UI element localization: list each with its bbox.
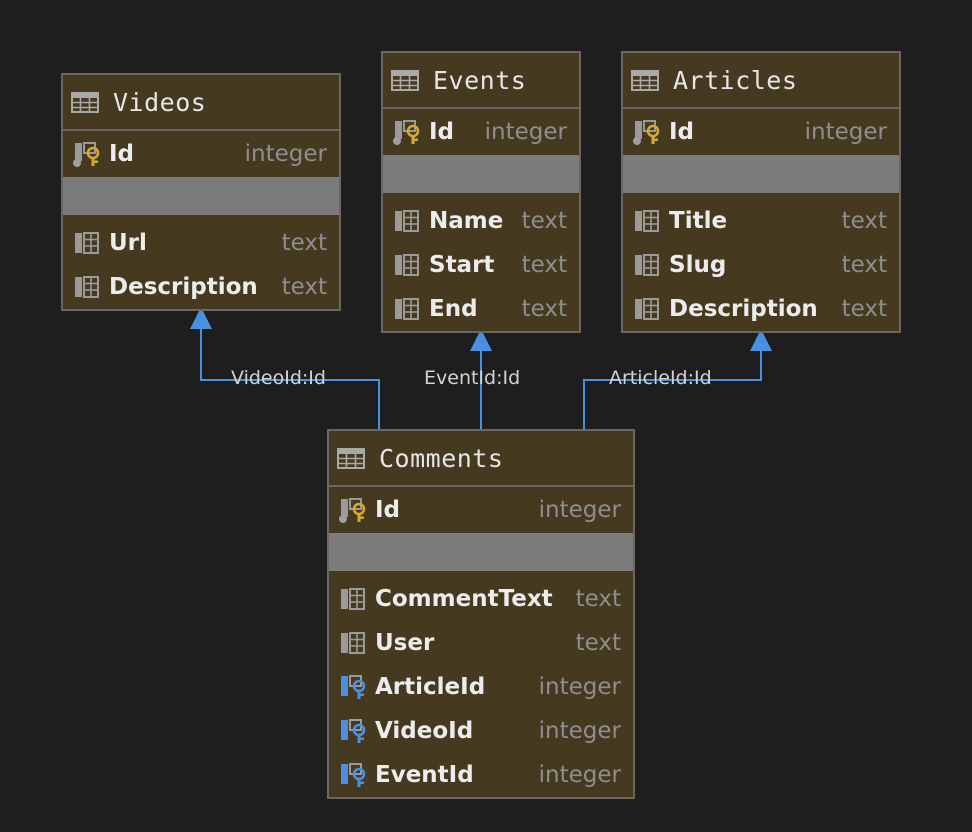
column-row-title[interactable]: Title text (623, 199, 899, 243)
column-row-id[interactable]: Id integer (383, 109, 579, 155)
table-name: Articles (673, 65, 798, 95)
column-name: Id (429, 119, 455, 145)
foreign-key-icon (337, 717, 369, 745)
column-icon (337, 629, 369, 657)
column-row-description[interactable]: Description text (63, 265, 339, 309)
table-grid-icon (335, 444, 367, 472)
column-type: integer (538, 674, 621, 700)
column-name: End (429, 296, 478, 322)
key-separator (383, 155, 579, 193)
table-grid-icon (629, 66, 661, 94)
column-name: Start (429, 252, 495, 278)
column-row-id[interactable]: Id integer (623, 109, 899, 155)
column-row-id[interactable]: Id integer (63, 131, 339, 177)
column-icon (631, 251, 663, 279)
column-icon (337, 585, 369, 613)
column-type: integer (538, 497, 621, 523)
column-row-slug[interactable]: Slug text (623, 243, 899, 287)
column-name: Id (669, 119, 695, 145)
table-comments[interactable]: Comments Id integer CommentText text User text… (327, 429, 635, 799)
column-name: ArticleId (375, 674, 486, 700)
column-name: Id (109, 141, 135, 167)
edge-label-articleid: ArticleId:Id (609, 367, 712, 389)
column-row-end[interactable]: End text (383, 287, 579, 331)
column-type: text (521, 208, 567, 234)
column-name: Title (669, 208, 728, 234)
column-row-eventid[interactable]: EventId integer (329, 753, 633, 797)
primary-key-icon (71, 140, 103, 168)
column-name: Name (429, 208, 504, 234)
foreign-key-icon (337, 673, 369, 701)
table-events[interactable]: Events Id integer Name text Start text End text (381, 51, 581, 333)
column-type: integer (538, 718, 621, 744)
column-icon (391, 207, 423, 235)
column-name: Slug (669, 252, 727, 278)
table-name: Videos (113, 87, 207, 117)
column-icon (391, 295, 423, 323)
column-type: text (281, 230, 327, 256)
column-icon (631, 295, 663, 323)
column-name: User (375, 630, 435, 656)
column-name: Url (109, 230, 147, 256)
table-header: Articles (623, 53, 899, 109)
table-header: Videos (63, 75, 339, 131)
column-row-url[interactable]: Url text (63, 221, 339, 265)
column-icon (631, 207, 663, 235)
column-type: text (841, 296, 887, 322)
column-name: EventId (375, 762, 474, 788)
column-icon (71, 229, 103, 257)
column-type: integer (804, 119, 887, 145)
edge-label-eventid: EventId:Id (424, 367, 521, 389)
column-type: text (281, 274, 327, 300)
table-videos[interactable]: Videos Id integer Url text Description text (61, 73, 341, 311)
column-row-commenttext[interactable]: CommentText text (329, 577, 633, 621)
column-type: text (521, 296, 567, 322)
column-type: text (575, 586, 621, 612)
primary-key-icon (631, 118, 663, 146)
column-row-name[interactable]: Name text (383, 199, 579, 243)
column-type: text (841, 252, 887, 278)
column-row-articleid[interactable]: ArticleId integer (329, 665, 633, 709)
column-type: text (521, 252, 567, 278)
primary-key-icon (391, 118, 423, 146)
column-name: Description (109, 274, 258, 300)
table-header: Events (383, 53, 579, 109)
column-row-description[interactable]: Description text (623, 287, 899, 331)
table-grid-icon (389, 66, 421, 94)
column-icon (391, 251, 423, 279)
column-type: integer (244, 141, 327, 167)
column-name: Description (669, 296, 818, 322)
foreign-key-icon (337, 761, 369, 789)
primary-key-icon (337, 496, 369, 524)
column-row-id[interactable]: Id integer (329, 487, 633, 533)
key-separator (63, 177, 339, 215)
column-row-start[interactable]: Start text (383, 243, 579, 287)
column-name: VideoId (375, 718, 474, 744)
column-name: CommentText (375, 586, 553, 612)
column-type: text (575, 630, 621, 656)
column-row-videoid[interactable]: VideoId integer (329, 709, 633, 753)
table-articles[interactable]: Articles Id integer Title text Slug text Descri… (621, 51, 901, 333)
column-icon (71, 273, 103, 301)
column-type: text (841, 208, 887, 234)
key-separator (329, 533, 633, 571)
column-name: Id (375, 497, 401, 523)
key-separator (623, 155, 899, 193)
table-grid-icon (69, 88, 101, 116)
table-name: Comments (379, 443, 504, 473)
column-type: integer (538, 762, 621, 788)
column-type: integer (484, 119, 567, 145)
column-row-user[interactable]: User text (329, 621, 633, 665)
edge-articleid (583, 350, 762, 430)
table-header: Comments (329, 431, 633, 487)
edge-label-videoid: VideoId:Id (231, 367, 326, 389)
table-name: Events (433, 65, 527, 95)
